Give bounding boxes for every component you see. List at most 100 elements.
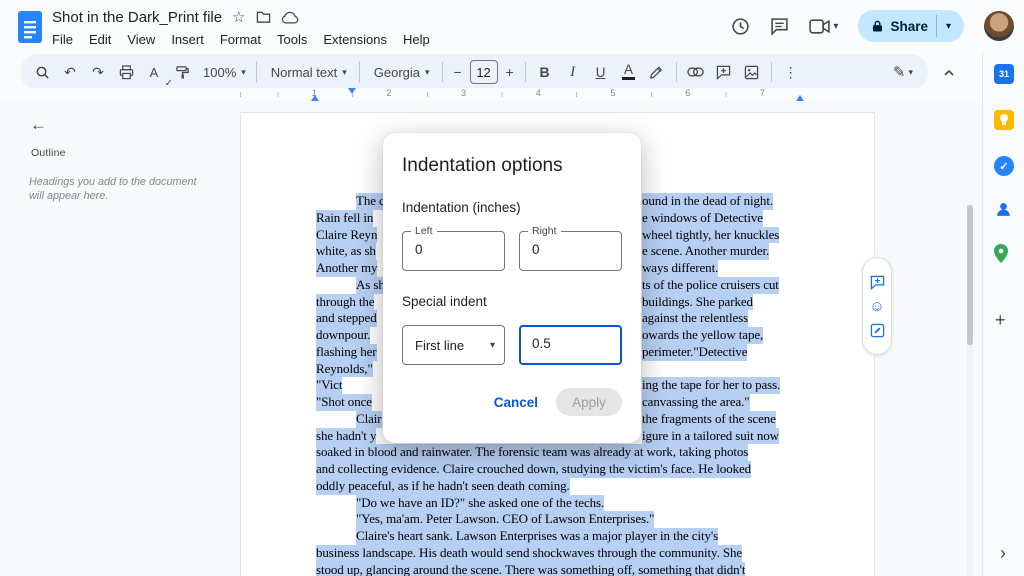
doc-scrollbar-thumb[interactable] <box>967 205 973 345</box>
font-size-input[interactable]: 12 <box>470 60 498 84</box>
doc-line-left: "Vict <box>316 377 342 394</box>
suggest-edits-icon[interactable] <box>870 323 885 338</box>
italic-button[interactable]: I <box>560 59 586 85</box>
font-size-decrease-button[interactable]: − <box>449 59 467 85</box>
doc-line[interactable]: oddly peaceful, as if he hadn't seen dea… <box>241 478 874 495</box>
doc-line[interactable]: soaked in blood and rainwater. The foren… <box>241 444 874 461</box>
ruler[interactable]: 1234567 <box>0 88 982 101</box>
spellcheck-icon[interactable]: A ✓ <box>141 59 167 85</box>
font-value: Georgia <box>372 65 422 80</box>
hide-menus-chevron-icon[interactable] <box>936 60 962 86</box>
side-panel: 31 ✓ + <box>982 52 1024 576</box>
tasks-icon[interactable]: ✓ <box>994 156 1014 176</box>
text-color-a: A <box>624 64 633 76</box>
doc-line[interactable]: business landscape. His death would send… <box>241 545 874 562</box>
spellcheck-a: A <box>150 65 159 80</box>
undo-icon[interactable]: ↶ <box>57 59 83 85</box>
keep-icon[interactable] <box>994 110 1014 130</box>
meet-video-icon[interactable]: ▾ <box>809 19 838 34</box>
redo-icon[interactable]: ↷ <box>85 59 111 85</box>
font-size-increase-button[interactable]: + <box>501 59 519 85</box>
doc-line-left: The c <box>356 193 385 210</box>
contacts-icon[interactable] <box>994 200 1014 220</box>
underline-button[interactable]: U <box>588 59 614 85</box>
doc-line[interactable]: "Yes, ma'am. Peter Lawson. CEO of Lawson… <box>241 511 874 528</box>
font-select[interactable]: Georgia ▾ <box>366 59 436 85</box>
special-indent-value: 0.5 <box>532 336 551 351</box>
first-line-indent-marker[interactable] <box>348 88 356 94</box>
close-outline-arrow-icon[interactable]: ← <box>30 115 47 135</box>
doc-line-left: she hadn't y <box>316 428 376 445</box>
menu-edit[interactable]: Edit <box>81 30 119 49</box>
paragraph-style-select[interactable]: Normal text ▾ <box>263 59 353 85</box>
highlight-color-icon[interactable] <box>644 59 670 85</box>
comments-icon[interactable] <box>770 17 789 36</box>
quick-actions-bar: ☺ <box>862 257 892 355</box>
paint-format-icon[interactable] <box>169 59 195 85</box>
doc-line-left: and stepped <box>316 310 377 327</box>
special-indent-value-input[interactable]: 0.5 <box>519 325 622 365</box>
doc-line-left: "Shot once <box>316 394 372 411</box>
right-field-label: Right <box>528 225 561 237</box>
show-side-panel-chevron-icon[interactable]: › <box>990 540 1016 566</box>
special-indent-type-value: First line <box>415 338 464 353</box>
doc-line[interactable]: Claire's heart sank. Lawson Enterprises … <box>241 528 874 545</box>
more-options-icon[interactable]: ⋮ <box>778 59 804 85</box>
share-button[interactable]: Share ▾ <box>858 10 964 42</box>
insert-link-icon[interactable] <box>683 59 709 85</box>
ruler-number: 3 <box>459 88 468 98</box>
calendar-icon[interactable]: 31 <box>994 64 1014 84</box>
search-menus-icon[interactable] <box>29 59 55 85</box>
bold-button[interactable]: B <box>532 59 558 85</box>
doc-line[interactable]: "Do we have an ID?" she asked one of the… <box>241 495 874 512</box>
menu-insert[interactable]: Insert <box>163 30 212 49</box>
menu-extensions[interactable]: Extensions <box>315 30 395 49</box>
paragraph-style-caret-icon: ▾ <box>342 67 347 78</box>
doc-line-left: downpour. <box>316 327 370 344</box>
meet-caret-icon[interactable]: ▾ <box>833 21 838 32</box>
cloud-saved-icon[interactable] <box>281 11 299 24</box>
text-color-button[interactable]: A <box>616 59 642 85</box>
toolbar-divider <box>442 62 443 82</box>
doc-line-left: "Yes, ma'am. Peter Lawson. CEO of Lawson… <box>356 511 654 528</box>
menu-file[interactable]: File <box>44 30 81 49</box>
indentation-section-label: Indentation (inches) <box>402 200 622 215</box>
special-indent-type-select[interactable]: First line ▾ <box>402 325 505 365</box>
star-icon[interactable]: ☆ <box>232 10 245 25</box>
insert-image-icon[interactable] <box>739 59 765 85</box>
cancel-button[interactable]: Cancel <box>486 389 546 416</box>
move-folder-icon[interactable] <box>256 10 271 24</box>
apply-button[interactable]: Apply <box>556 388 622 416</box>
print-icon[interactable] <box>113 59 139 85</box>
quick-add-comment-icon[interactable] <box>870 275 885 290</box>
share-caret-icon[interactable]: ▾ <box>937 21 960 32</box>
left-field-label: Left <box>411 225 437 237</box>
menu-view[interactable]: View <box>119 30 163 49</box>
right-indent-field[interactable]: Right 0 <box>519 231 622 271</box>
doc-line-right: owards the yellow tape, <box>642 327 763 344</box>
special-indent-section-label: Special indent <box>402 294 622 309</box>
avatar[interactable] <box>984 11 1014 41</box>
editing-mode-select[interactable]: ✎ ▾ <box>887 59 919 85</box>
left-field-value: 0 <box>415 242 423 257</box>
ruler-number: 2 <box>384 88 393 98</box>
doc-line-left: "Do we have an ID?" she asked one of the… <box>356 495 604 512</box>
menu-help[interactable]: Help <box>395 30 438 49</box>
document-title[interactable]: Shot in the Dark_Print file <box>52 9 222 26</box>
menu-format[interactable]: Format <box>212 30 269 49</box>
maps-icon[interactable] <box>994 244 1014 264</box>
doc-line[interactable]: stood up, glancing around the scene. The… <box>241 562 874 576</box>
version-history-icon[interactable] <box>731 17 750 36</box>
doc-line[interactable]: and collecting evidence. Claire crouched… <box>241 461 874 478</box>
zoom-select[interactable]: 100% ▾ <box>197 59 250 85</box>
doc-line-left: soaked in blood and rainwater. The foren… <box>316 444 748 461</box>
add-comment-icon[interactable] <box>711 59 737 85</box>
toolbar-divider <box>359 62 360 82</box>
left-indent-field[interactable]: Left 0 <box>402 231 505 271</box>
docs-logo[interactable] <box>16 8 44 46</box>
doc-line-left: business landscape. His death would send… <box>316 545 742 562</box>
get-addons-plus-icon[interactable]: + <box>995 310 1006 331</box>
menu-tools[interactable]: Tools <box>269 30 315 49</box>
emoji-reaction-icon[interactable]: ☺ <box>869 299 884 314</box>
toolbar-divider <box>771 62 772 82</box>
